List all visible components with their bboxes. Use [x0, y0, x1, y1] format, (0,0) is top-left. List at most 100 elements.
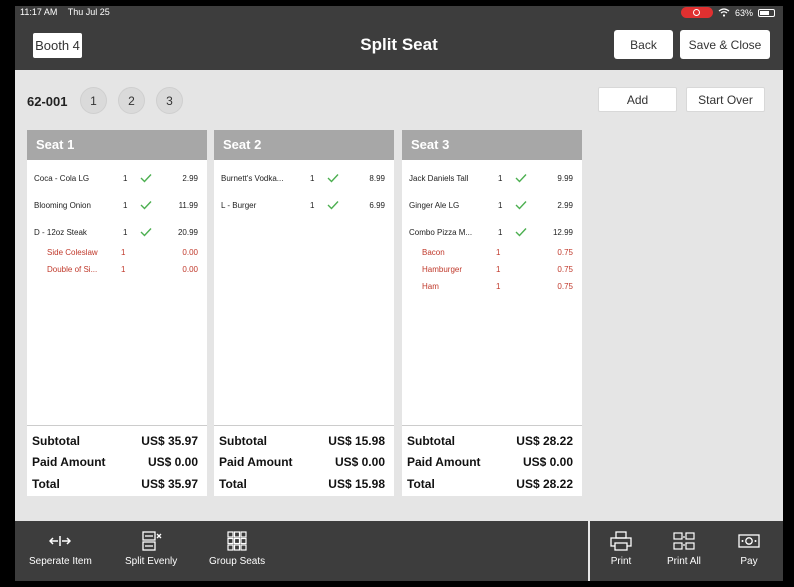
wifi-icon [718, 8, 730, 17]
header-bar: Booth 4 Split Seat Back Save & Close [15, 20, 783, 70]
seat-panel-3[interactable]: Seat 3 Jack Daniels Tall 1 9.99 Ginger Ale L… [402, 130, 582, 496]
start-over-button[interactable]: Start Over [686, 87, 765, 112]
print-all-icon [673, 532, 695, 550]
check-icon [327, 200, 339, 210]
item-name: Burnett's Vodka... [221, 174, 284, 183]
seat-tab-2[interactable]: 2 [118, 87, 145, 114]
seat-title: Seat 3 [402, 130, 582, 160]
seat-totals: Subtotal US$ 15.98 Paid Amount US$ 0.00 Tota… [214, 425, 394, 495]
separate-item-label: Seperate Item [29, 556, 92, 567]
totals-label: Paid Amount [407, 455, 481, 470]
item-price: 20.99 [177, 228, 198, 237]
item-qty: 1 [121, 265, 126, 274]
cash-icon [738, 534, 760, 548]
seat-totals: Subtotal US$ 28.22 Paid Amount US$ 0.00 Tota… [402, 425, 582, 495]
item-name: Ham [422, 282, 439, 291]
item-qty: 1 [123, 228, 128, 237]
totals-row: Paid Amount US$ 0.00 [27, 452, 207, 474]
totals-label: Paid Amount [32, 455, 106, 470]
item-name: D - 12oz Steak [34, 228, 87, 237]
item-row[interactable]: L - Burger 1 6.99 [214, 199, 394, 213]
item-qty: 1 [123, 201, 128, 210]
screen-recording-icon [680, 7, 713, 18]
ipad-screen: 11:17 AM Thu Jul 25 63% Booth 4 Split Se… [15, 6, 783, 581]
group-seats-label: Group Seats [209, 556, 266, 567]
seat-panel-2[interactable]: Seat 2 Burnett's Vodka... 1 8.99 L - Burger 1… [214, 130, 394, 496]
item-price: 0.00 [182, 265, 198, 274]
totals-value: US$ 35.97 [141, 476, 198, 491]
seat-tab-1[interactable]: 1 [80, 87, 107, 114]
toolbar-divider [588, 521, 590, 581]
print-all-button[interactable]: Print All [667, 531, 701, 567]
group-seats-button[interactable]: Group Seats [209, 531, 265, 567]
item-price: 0.75 [557, 248, 573, 257]
item-row[interactable]: Burnett's Vodka... 1 8.99 [214, 172, 394, 186]
totals-row: Subtotal US$ 35.97 [27, 430, 207, 452]
item-price: 8.99 [369, 174, 385, 183]
seat-item-list: Burnett's Vodka... 1 8.99 L - Burger 1 6.99 [214, 160, 394, 425]
totals-value: US$ 28.22 [516, 476, 573, 491]
totals-label: Subtotal [32, 433, 80, 448]
battery-percent: 63% [734, 7, 753, 18]
split-evenly-button[interactable]: Split Evenly [125, 531, 177, 567]
totals-value: US$ 15.98 [328, 476, 385, 491]
separate-arrows-icon [49, 536, 72, 546]
modifier-row[interactable]: Double of Si... 1 0.00 [27, 263, 207, 277]
item-price: 0.00 [182, 248, 198, 257]
status-time: 11:17 AM [20, 7, 58, 17]
modifier-row[interactable]: Hamburger 1 0.75 [402, 263, 582, 277]
totals-value: US$ 15.98 [328, 433, 385, 448]
printer-icon [610, 531, 632, 551]
totals-label: Paid Amount [219, 455, 293, 470]
item-row[interactable]: Combo Pizza M... 1 12.99 [402, 226, 582, 240]
battery-icon [758, 8, 775, 17]
print-button[interactable]: Print [610, 531, 632, 567]
print-all-label: Print All [667, 556, 701, 567]
item-name: Double of Si... [47, 265, 98, 274]
totals-label: Total [32, 476, 60, 491]
item-qty: 1 [496, 282, 501, 291]
item-price: 2.99 [557, 201, 573, 210]
print-label: Print [610, 556, 632, 567]
item-row[interactable]: Jack Daniels Tall 1 9.99 [402, 172, 582, 186]
totals-value: US$ 0.00 [147, 455, 198, 470]
item-row[interactable]: D - 12oz Steak 1 20.99 [27, 226, 207, 240]
save-and-close-button[interactable]: Save & Close [680, 30, 770, 59]
item-qty: 1 [310, 201, 315, 210]
back-button[interactable]: Back [614, 30, 673, 59]
item-price: 9.99 [557, 174, 573, 183]
modifier-row[interactable]: Side Coleslaw 1 0.00 [27, 246, 207, 260]
item-name: Combo Pizza M... [409, 228, 473, 237]
modifier-row[interactable]: Ham 1 0.75 [402, 280, 582, 294]
item-price: 0.75 [557, 265, 573, 274]
item-name: Bacon [422, 248, 445, 257]
totals-row: Total US$ 28.22 [402, 473, 582, 495]
seat-tab-3[interactable]: 3 [156, 87, 183, 114]
add-seat-button[interactable]: Add [598, 87, 677, 112]
item-row[interactable]: Coca - Cola LG 1 2.99 [27, 172, 207, 186]
item-price: 12.99 [552, 228, 573, 237]
totals-value: US$ 0.00 [522, 455, 573, 470]
check-icon [140, 173, 152, 183]
status-date: Thu Jul 25 [67, 7, 110, 17]
check-icon [140, 227, 152, 237]
check-icon [515, 173, 527, 183]
bottom-toolbar: Seperate Item Split Evenly Group Seats P… [15, 521, 783, 581]
seat-title: Seat 1 [27, 130, 207, 160]
pay-button[interactable]: Pay [738, 531, 760, 567]
item-qty: 1 [123, 174, 128, 183]
separate-item-button[interactable]: Seperate Item [29, 531, 92, 567]
totals-value: US$ 35.97 [141, 433, 198, 448]
modifier-row[interactable]: Bacon 1 0.75 [402, 246, 582, 260]
item-qty: 1 [498, 228, 503, 237]
item-name: Side Coleslaw [47, 248, 98, 257]
seat-panel-1[interactable]: Seat 1 Coca - Cola LG 1 2.99 Blooming Onion 1… [27, 130, 207, 496]
totals-row: Total US$ 35.97 [27, 473, 207, 495]
item-qty: 1 [498, 174, 503, 183]
item-price: 11.99 [178, 201, 198, 210]
grid-icon [227, 531, 247, 551]
item-name: Ginger Ale LG [409, 201, 460, 210]
totals-label: Subtotal [219, 433, 267, 448]
item-row[interactable]: Ginger Ale LG 1 2.99 [402, 199, 582, 213]
item-row[interactable]: Blooming Onion 1 11.99 [27, 199, 207, 213]
